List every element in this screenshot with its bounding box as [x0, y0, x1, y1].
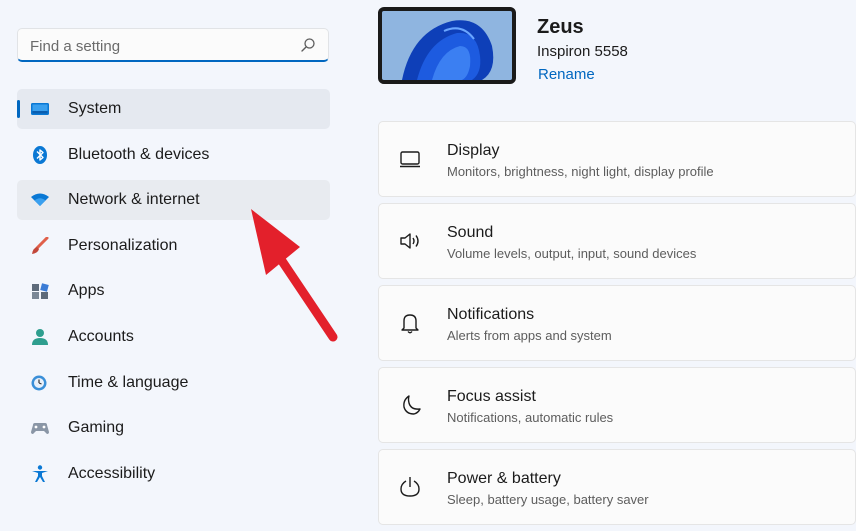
sidebar-item-label: Time & language: [68, 373, 189, 391]
main-content: Zeus Inspiron 5558 Rename Display Monito…: [345, 0, 856, 525]
clock-globe-icon: [31, 375, 47, 391]
card-title: Sound: [447, 224, 494, 241]
sidebar-item-apps[interactable]: Apps: [17, 271, 330, 311]
bluetooth-icon: [33, 145, 47, 164]
card-subtitle: Alerts from apps and system: [447, 328, 612, 343]
settings-card-sound[interactable]: Sound Volume levels, output, input, soun…: [378, 203, 856, 279]
sidebar-item-accessibility[interactable]: Accessibility: [17, 454, 330, 494]
card-title: Display: [447, 142, 500, 159]
accessibility-icon: [32, 465, 48, 482]
card-subtitle: Monitors, brightness, night light, displ…: [447, 164, 714, 179]
sidebar-item-system[interactable]: System: [17, 89, 330, 129]
card-title: Notifications: [447, 306, 535, 323]
bloom-wallpaper-image: [382, 11, 512, 80]
search-input[interactable]: [28, 35, 292, 57]
settings-card-focus-assist[interactable]: Focus assist Notifications, automatic ru…: [378, 367, 856, 443]
card-title: Power & battery: [447, 470, 561, 487]
wifi-icon: [31, 193, 49, 207]
sidebar-item-label: Apps: [68, 282, 105, 300]
sidebar-item-gaming[interactable]: Gaming: [17, 408, 330, 448]
rename-link[interactable]: Rename: [538, 66, 595, 83]
account-icon: [32, 328, 48, 345]
sidebar-item-label: Network & internet: [68, 191, 200, 209]
sidebar-item-label: Accessibility: [68, 464, 156, 482]
card-subtitle: Notifications, automatic rules: [447, 410, 614, 425]
settings-list: Display Monitors, brightness, night ligh…: [378, 121, 856, 531]
device-wallpaper-thumbnail: [378, 7, 516, 84]
sidebar-item-label: Personalization: [68, 236, 178, 254]
search-box[interactable]: [17, 28, 329, 62]
sidebar-item-label: Bluetooth & devices: [68, 145, 210, 163]
sidebar-item-label: System: [68, 100, 122, 117]
active-indicator: [17, 100, 20, 118]
speaker-icon: [400, 233, 419, 249]
settings-card-power-battery[interactable]: Power & battery Sleep, battery usage, ba…: [378, 449, 856, 525]
sidebar-nav: System Bluetooth & devices Network & int…: [17, 89, 330, 499]
moon-icon: [403, 395, 421, 415]
card-subtitle: Volume levels, output, input, sound devi…: [447, 246, 697, 261]
sidebar-item-bluetooth-devices[interactable]: Bluetooth & devices: [17, 135, 330, 175]
sidebar: System Bluetooth & devices Network & int…: [0, 0, 345, 500]
sidebar-item-personalization[interactable]: Personalization: [17, 226, 330, 266]
sidebar-item-network-internet[interactable]: Network & internet: [17, 180, 330, 221]
device-name: Zeus: [537, 16, 584, 38]
sidebar-item-label: Gaming: [68, 419, 125, 437]
search-icon[interactable]: [300, 37, 316, 53]
power-icon: [400, 477, 420, 497]
sidebar-item-time-language[interactable]: Time & language: [17, 363, 330, 403]
brush-icon: [32, 236, 49, 254]
device-model: Inspiron 5558: [537, 43, 628, 60]
settings-card-display[interactable]: Display Monitors, brightness, night ligh…: [378, 121, 856, 197]
gamepad-icon: [31, 423, 49, 435]
sidebar-item-label: Accounts: [68, 327, 134, 345]
settings-card-notifications[interactable]: Notifications Alerts from apps and syste…: [378, 285, 856, 361]
card-title: Focus assist: [447, 388, 536, 405]
monitor-icon: [400, 151, 420, 168]
sidebar-item-accounts[interactable]: Accounts: [17, 317, 330, 357]
apps-icon: [32, 283, 49, 300]
bell-icon: [401, 314, 419, 334]
system-icon: [31, 103, 49, 115]
